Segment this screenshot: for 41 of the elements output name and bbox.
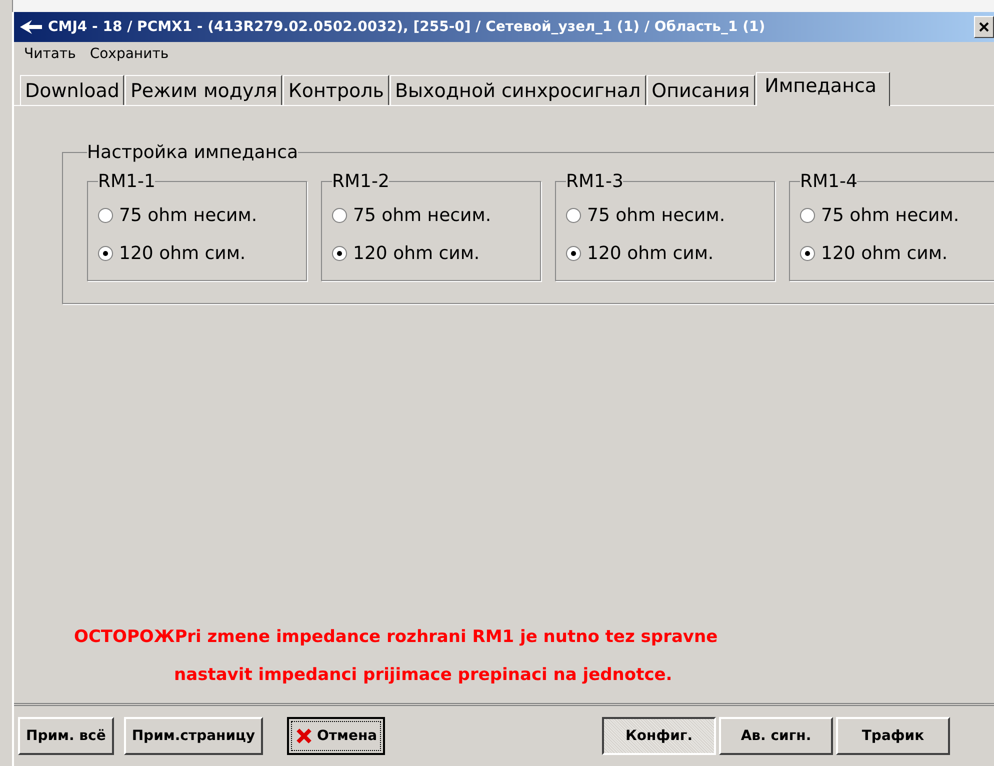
apply-button[interactable]: Прим.страницу [124, 717, 264, 755]
radio-button[interactable] [800, 246, 815, 260]
radio-label: 75 ohm несим. [821, 204, 960, 226]
port-title: RM1-3 [566, 171, 624, 192]
radio-label: 120 ohm сим. [821, 242, 948, 264]
radio-button[interactable] [800, 208, 815, 222]
radio-button[interactable] [98, 208, 113, 222]
group-title: Настройка импеданса [87, 142, 298, 163]
cross-icon [295, 727, 314, 745]
window-title: CMJ4 - 18 / PCMX1 - (413R279.02.0502.0032), [255-0] / Сетевой_узел_1 (1) / Область_1 (1) [48, 19, 766, 35]
port-title: RM1-4 [800, 171, 858, 192]
warning-text: nastavit impedanci prijimace prepinaci na jednotce. [174, 665, 674, 685]
radio-label: 120 ohm сим. [119, 242, 246, 264]
radio-button[interactable] [98, 246, 113, 260]
tab[interactable]: Импеданса [756, 72, 890, 106]
radio-button[interactable] [332, 208, 347, 222]
tab[interactable]: Контроль [283, 75, 389, 105]
view-button[interactable]: Трафик [836, 717, 950, 755]
view-button[interactable]: Конфиг. [602, 717, 716, 755]
radio-label: 120 ohm сим. [587, 242, 714, 264]
warning-text: ОСТОРОЖPri zmene impedance rozhrani RM1 je nutno tez spravne [74, 627, 719, 647]
tab[interactable]: Режим модуля [125, 75, 282, 105]
tab[interactable]: Описания [646, 75, 755, 105]
tab[interactable]: Выходной синхросигнал [390, 75, 646, 105]
menu-item[interactable]: Сохранить [90, 46, 169, 62]
port-title: RM1-1 [98, 171, 156, 192]
radio-button[interactable] [566, 246, 581, 260]
port-title: RM1-2 [332, 171, 390, 192]
view-button[interactable]: Ав. сигн. [719, 717, 833, 755]
close-icon[interactable] [974, 16, 994, 38]
app-icon [20, 20, 42, 34]
radio-label: 75 ohm несим. [119, 204, 258, 226]
cancel-button[interactable]: Отмена [287, 717, 386, 755]
menu-item[interactable]: Читать [24, 46, 76, 62]
radio-label: 75 ohm несим. [353, 204, 492, 226]
radio-label: 75 ohm несим. [587, 204, 726, 226]
radio-button[interactable] [332, 246, 347, 260]
apply-button[interactable]: Прим. всё [18, 717, 114, 755]
radio-button[interactable] [566, 208, 581, 222]
tab[interactable]: Download [20, 75, 124, 105]
radio-label: 120 ohm сим. [353, 242, 480, 264]
